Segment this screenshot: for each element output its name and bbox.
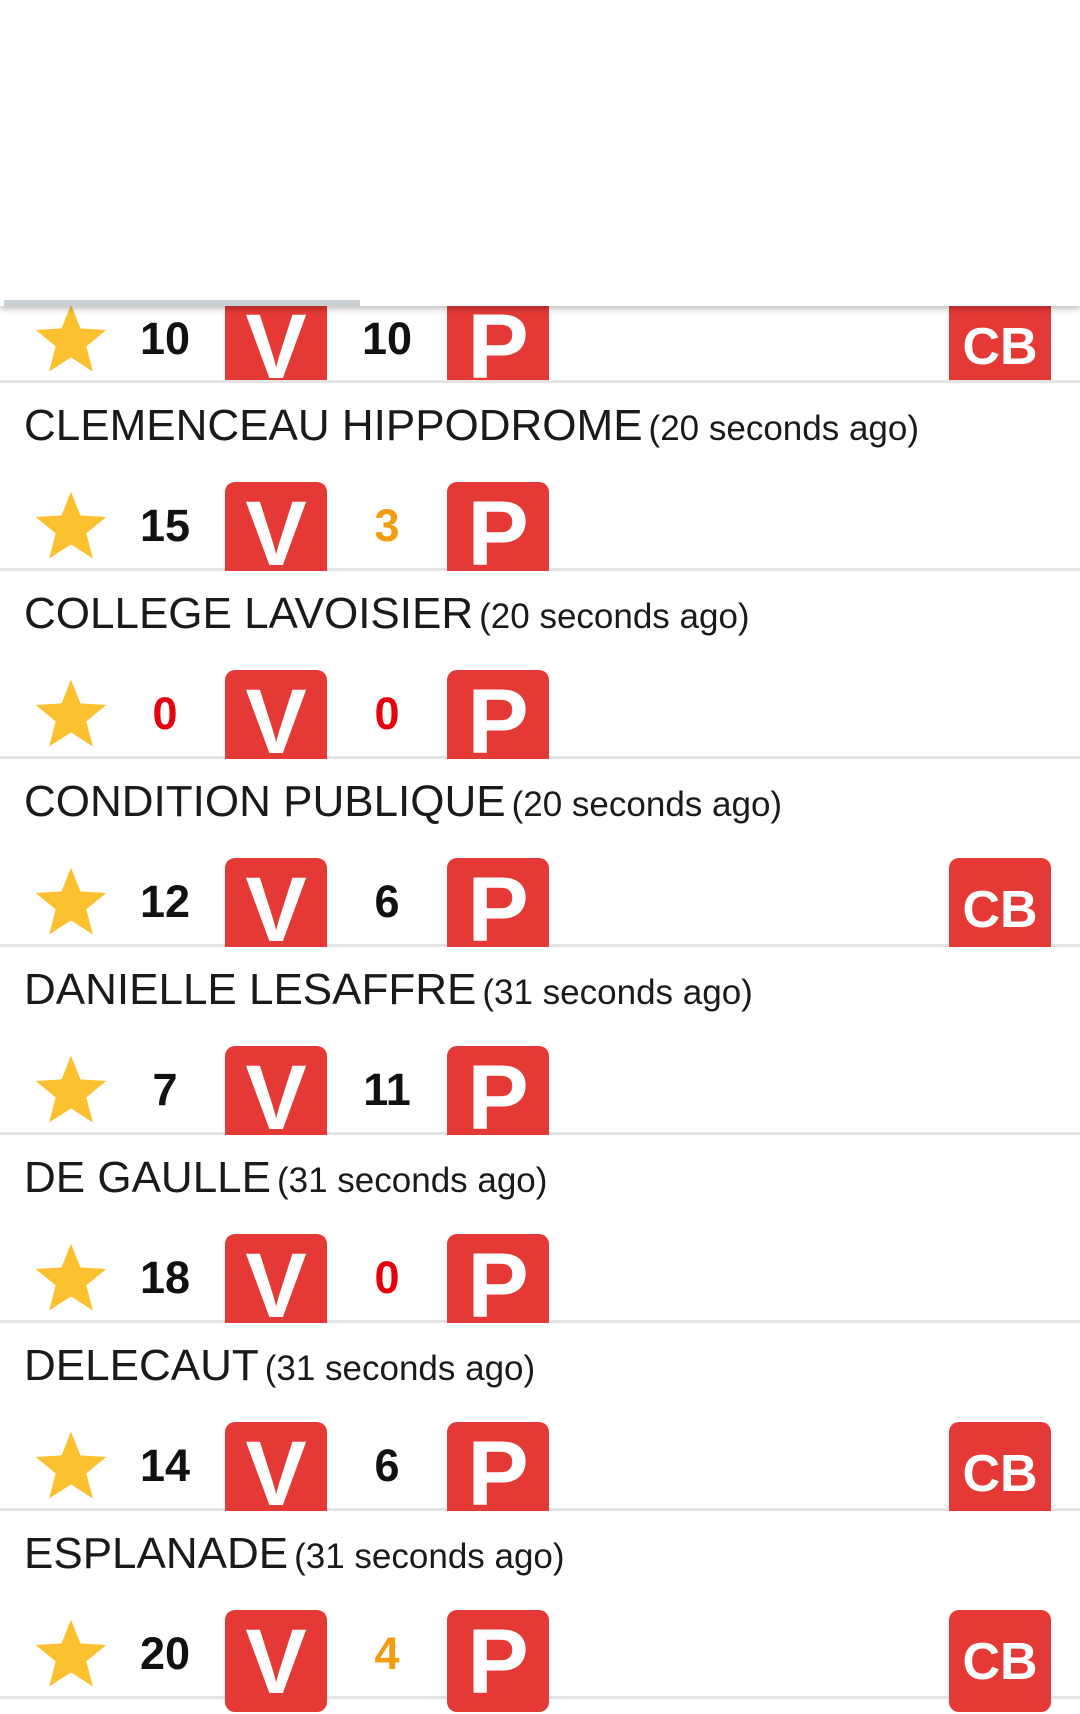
refresh-icon [861,57,913,109]
station-name: DANIELLE LESAFFRE (31 seconds ago) [24,965,753,1015]
station-name: CLEMENCEAU HIPPODROME (20 seconds ago) [24,401,919,451]
available-bikes-count: 14 [139,1440,191,1491]
parking-badge: P [447,482,549,585]
star-icon[interactable] [31,1053,111,1128]
credit-card-badge: CB [949,306,1051,380]
available-stands-count: 6 [374,1440,400,1491]
list-icon [512,212,568,280]
star-icon[interactable] [31,865,111,940]
station-name-text: DANIELLE LESAFFRE [24,965,477,1014]
station-name-text: CONDITION PUBLIQUE [24,777,506,826]
last-update-text: (20 seconds ago) [648,409,919,448]
station-name-text: CLEMENCEAU HIPPODROME [24,401,643,450]
last-update-text: (31 seconds ago) [294,1537,565,1576]
station-row[interactable]: COLLEGE LAVOISIER (20 seconds ago) 0 V 0 … [0,571,1080,773]
available-stands-count: 0 [374,688,400,739]
star-icon[interactable] [31,1617,111,1692]
available-bikes-count: 15 [139,500,191,551]
station-name-text: DE GAULLE [24,1153,271,1202]
available-bikes-count: 10 [139,313,191,364]
available-bikes-count: 20 [139,1628,191,1679]
star-icon[interactable] [31,1429,111,1504]
parking-badge: P [447,1234,549,1337]
parking-badge: P [447,1046,549,1149]
available-stands-count: 6 [374,876,400,927]
last-update-text: (20 seconds ago) [479,597,750,636]
parking-badge: P [447,1422,549,1525]
available-bikes-count: 18 [139,1252,191,1303]
parking-badge: P [447,306,549,380]
station-row[interactable]: DELECAUT (31 seconds ago) 14 V 6 P CB [0,1323,1080,1525]
bikes-badge: V [225,306,327,380]
tab-favorites[interactable] [0,186,360,306]
station-row[interactable]: ESPLANADE (31 seconds ago) 20 V 4 P CB [0,1511,1080,1713]
star-icon[interactable] [31,489,111,564]
refresh-button[interactable] [842,38,932,128]
available-bikes-count: 12 [139,876,191,927]
available-stands-count: 11 [363,1064,411,1115]
station-name-text: ESPLANADE [24,1529,289,1578]
overflow-menu-button[interactable] [968,38,1058,128]
last-update-text: (31 seconds ago) [264,1349,536,1388]
last-update-text: (31 seconds ago) [482,973,753,1012]
available-stands-count: 3 [374,500,400,551]
station-name: CONDITION PUBLIQUE (20 seconds ago) [24,777,782,827]
available-bikes-count: 0 [152,688,178,739]
bikes-badge: V [225,1610,327,1713]
station-name: ESPLANADE (31 seconds ago) [24,1529,565,1579]
available-stands-count: 10 [361,313,413,364]
tab-selected-indicator [4,300,360,306]
tab-map[interactable] [720,186,1080,306]
bikes-badge: V [225,1046,327,1149]
app-bar: Vlille Checker [0,0,1080,306]
parking-badge: P [447,1610,549,1713]
station-name: DE GAULLE (31 seconds ago) [24,1153,547,1203]
parking-badge: P [447,858,549,961]
tab-divider [361,186,363,282]
bikes-badge: V [225,1234,327,1337]
station-name: DELECAUT (31 seconds ago) [24,1341,535,1391]
star-icon[interactable] [31,677,111,752]
star-icon[interactable] [31,306,111,377]
station-row[interactable]: DE GAULLE (31 seconds ago) 18 V 0 P [0,1135,1080,1337]
star-icon[interactable] [31,1241,111,1316]
map-icon [856,208,944,284]
available-bikes-count: 7 [152,1064,178,1115]
bikes-badge: V [225,858,327,961]
credit-card-badge: CB [949,1422,1051,1524]
station-name: COLLEGE LAVOISIER (20 seconds ago) [24,589,750,639]
tab-bar [0,186,1080,306]
tab-list[interactable] [360,186,720,306]
credit-card-badge: CB [949,858,1051,960]
bikes-badge: V [225,482,327,585]
station-name-text: DELECAUT [24,1341,259,1390]
station-row[interactable]: CLEMENCEAU HIPPODROME (20 seconds ago) 15… [0,383,1080,585]
credit-card-badge: CB [949,1610,1051,1712]
station-row[interactable]: CONDITION PUBLIQUE (20 seconds ago) 12 V … [0,759,1080,961]
parking-badge: P [447,670,549,773]
bikes-badge: V [225,670,327,773]
available-stands-count: 0 [374,1252,400,1303]
station-row[interactable]: 10 V 10 P CB [0,306,1080,383]
bikes-badge: V [225,1422,327,1525]
last-update-text: (31 seconds ago) [276,1161,548,1200]
available-stands-count: 4 [374,1628,400,1679]
more-vert-icon [1006,52,1020,114]
last-update-text: (20 seconds ago) [511,785,783,824]
station-row[interactable]: DANIELLE LESAFFRE (31 seconds ago) 7 V 11… [0,947,1080,1149]
station-name-text: COLLEGE LAVOISIER [24,589,474,638]
tab-divider [721,186,723,282]
station-list[interactable]: 10 V 10 P CB CLEMENCEAU HIPPODROME (20 seco… [0,306,1080,1713]
app-title: Vlille Checker [48,47,429,111]
star-icon [143,209,217,280]
